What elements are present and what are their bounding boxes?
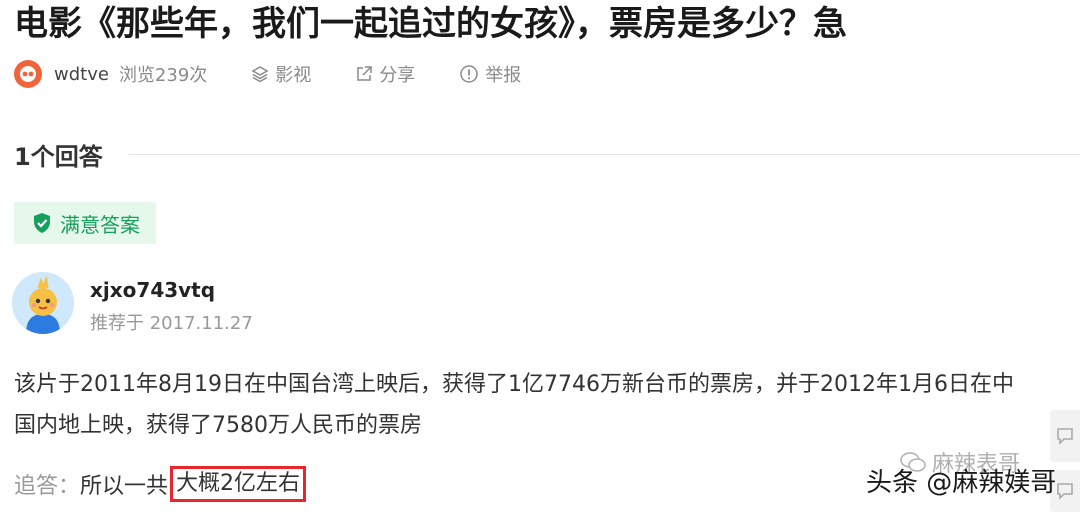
owl-icon <box>20 66 36 82</box>
asker-name[interactable]: wdtve <box>54 64 109 85</box>
layers-icon <box>251 66 269 83</box>
answers-header: 1个回答 <box>14 134 1080 174</box>
comment-icon <box>1057 428 1073 445</box>
source-watermark: 头条 @麻辣媄哥 <box>866 468 1057 498</box>
followup-answer: 追答： 所以一共 大概2亿左右 <box>14 466 307 502</box>
side-comment-button[interactable] <box>1050 410 1080 462</box>
answerer-avatar[interactable] <box>12 272 74 334</box>
answer-count: 1个回答 <box>14 142 103 171</box>
share-button[interactable]: 分享 <box>355 61 415 87</box>
share-label: 分享 <box>379 65 416 86</box>
best-answer-label: 满意答案 <box>60 212 140 237</box>
alert-circle-icon <box>460 65 479 83</box>
category-label: 影视 <box>275 65 312 86</box>
followup-text: 所以一共 <box>80 474 169 499</box>
question-meta: wdtve 浏览239次 影视 分享 举报 <box>14 58 565 90</box>
best-answer-badge: 满意答案 <box>14 202 156 244</box>
answerer-name[interactable]: xjxo743vtq <box>90 278 215 302</box>
asker-avatar[interactable] <box>14 60 42 88</box>
answer-text-line-1: 该片于2011年8月19日在中国台湾上映后，获得了1亿7746万新台币的票房，并… <box>14 372 1014 397</box>
category-link[interactable]: 影视 <box>251 61 311 87</box>
comment-icon <box>1057 483 1073 500</box>
shield-check-icon <box>34 213 50 233</box>
answer-date: 推荐于 2017.11.27 <box>90 313 253 334</box>
cartoon-avatar-icon <box>12 272 74 334</box>
question-title: 电影《那些年，我们一起追过的女孩》，票房是多少？急 <box>14 4 847 44</box>
report-button[interactable]: 举报 <box>459 61 521 87</box>
share-icon <box>357 66 373 81</box>
followup-label: 追答： <box>14 474 81 499</box>
report-label: 举报 <box>485 65 522 86</box>
divider <box>128 153 1080 155</box>
answer-text-line-2: 国内地上映，获得了7580万人民币的票房 <box>14 413 422 438</box>
view-count: 浏览239次 <box>118 65 208 86</box>
followup-highlight: 大概2亿左右 <box>170 466 307 502</box>
